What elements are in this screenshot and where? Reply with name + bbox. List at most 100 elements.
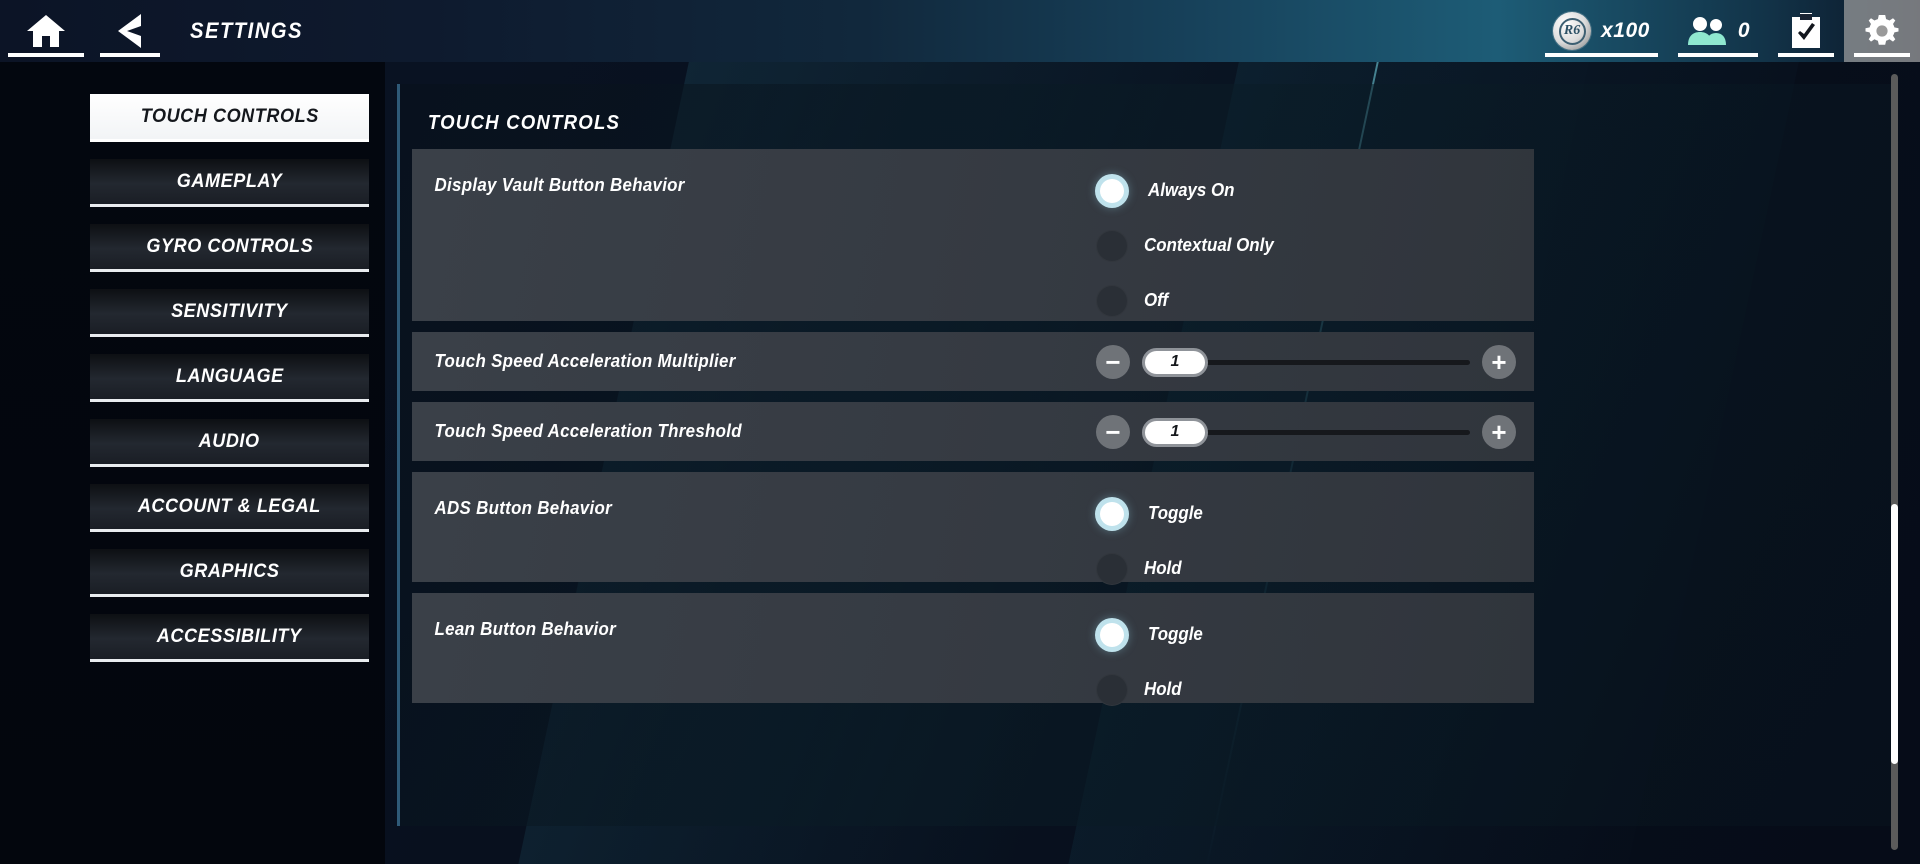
decrement-button[interactable]: −: [1096, 344, 1130, 379]
slider[interactable]: 1: [1142, 415, 1470, 449]
radio-option-toggle[interactable]: Toggle: [1096, 607, 1534, 662]
challenges-button[interactable]: [1768, 0, 1844, 62]
sidebar-item-label: ACCESSIBILITY: [157, 625, 302, 647]
setting-row-touch-speed-acceleration-threshold: Touch Speed Acceleration Threshold − 1 +: [412, 402, 1534, 461]
sidebar-item-gyro-controls[interactable]: GYRO CONTROLS: [90, 224, 369, 272]
sidebar-item-touch-controls[interactable]: TOUCH CONTROLS: [90, 94, 369, 142]
radio-dot-icon: [1100, 178, 1124, 203]
radio-group: Toggle Hold: [1096, 472, 1534, 596]
friends-icon: [1687, 17, 1726, 45]
sidebar-item-label: AUDIO: [198, 430, 261, 452]
sidebar-item-language[interactable]: LANGUAGE: [90, 354, 369, 402]
setting-label: Display Vault Button Behavior: [434, 175, 685, 195]
settings-rows: Display Vault Button Behavior Always On …: [400, 149, 1897, 706]
radio-dot-icon: [1100, 501, 1124, 526]
sidebar-item-label: LANGUAGE: [175, 365, 284, 387]
sidebar-item-accessibility[interactable]: ACCESSIBILITY: [90, 614, 369, 662]
radio-option-contextual-only[interactable]: Contextual Only: [1096, 218, 1534, 273]
sidebar-item-label: SENSITIVITY: [171, 300, 288, 322]
content-scrollbar[interactable]: [1891, 74, 1898, 850]
friends-indicator[interactable]: 0: [1668, 0, 1768, 62]
minus-icon: −: [1105, 416, 1121, 447]
sidebar-item-label: TOUCH CONTROLS: [140, 105, 319, 127]
gear-icon: [1865, 15, 1899, 45]
setting-row-display-vault-button-behavior: Display Vault Button Behavior Always On …: [412, 149, 1534, 321]
decrement-button[interactable]: −: [1096, 414, 1130, 449]
home-underline: [8, 53, 84, 57]
setting-label: ADS Button Behavior: [434, 498, 612, 518]
topbar-right-group: R6 x100 0: [1535, 0, 1920, 62]
top-navigation-bar: SETTINGS R6 x100 0: [0, 0, 1920, 62]
friends-underline: [1677, 53, 1758, 57]
radio-option-label: Always On: [1148, 180, 1235, 200]
plus-icon: +: [1491, 346, 1507, 377]
radio-dot-icon: [1096, 552, 1128, 585]
sidebar-item-gameplay[interactable]: GAMEPLAY: [90, 159, 369, 207]
radio-option-off[interactable]: Off: [1096, 273, 1534, 328]
settings-panel: TOUCH CONTROLS Display Vault Button Beha…: [397, 84, 1897, 826]
radio-dot-icon: [1096, 229, 1128, 262]
currency-underline: [1545, 53, 1658, 57]
plus-icon: +: [1491, 416, 1507, 447]
settings-content: TOUCH CONTROLS Display Vault Button Beha…: [385, 62, 1920, 864]
main-body: TOUCH CONTROLS GAMEPLAY GYRO CONTROLS SE…: [0, 62, 1920, 864]
radio-dot-icon: [1096, 284, 1128, 317]
radio-option-toggle[interactable]: Toggle: [1096, 486, 1534, 541]
sidebar-item-account-legal[interactable]: ACCOUNT & LEGAL: [90, 484, 369, 532]
home-icon: [27, 15, 65, 47]
friends-count: 0: [1737, 19, 1750, 42]
clipboard-check-icon: [1792, 13, 1820, 48]
radio-option-hold[interactable]: Hold: [1096, 541, 1534, 596]
radio-option-label: Toggle: [1148, 624, 1203, 644]
setting-row-lean-button-behavior: Lean Button Behavior Toggle Hold: [412, 593, 1534, 706]
radio-dot-icon: [1096, 673, 1128, 706]
r6-credits-coin-icon: R6: [1553, 12, 1592, 50]
home-button[interactable]: [0, 0, 92, 62]
setting-control: Toggle Hold: [1096, 593, 1534, 706]
slider-handle[interactable]: 1: [1142, 417, 1208, 447]
radio-group: Always On Contextual Only Off: [1096, 149, 1534, 328]
slider-value: 1: [1170, 353, 1180, 370]
challenges-underline: [1778, 53, 1834, 57]
scrollbar-thumb[interactable]: [1891, 504, 1898, 764]
settings-underline: [1854, 53, 1910, 57]
setting-row-ads-button-behavior: ADS Button Behavior Toggle Hold: [412, 472, 1534, 585]
sidebar-item-label: GRAPHICS: [179, 560, 280, 582]
setting-control: − 1 +: [1096, 332, 1534, 391]
radio-option-label: Hold: [1144, 679, 1182, 699]
radio-option-label: Off: [1144, 290, 1169, 310]
setting-control: Toggle Hold: [1096, 472, 1534, 585]
sidebar-item-graphics[interactable]: GRAPHICS: [90, 549, 369, 597]
topbar-left-group: SETTINGS: [0, 0, 313, 62]
slider-handle[interactable]: 1: [1142, 347, 1208, 377]
settings-button[interactable]: [1844, 0, 1920, 62]
slider[interactable]: 1: [1142, 345, 1470, 379]
increment-button[interactable]: +: [1482, 344, 1516, 379]
radio-option-label: Hold: [1144, 558, 1182, 578]
radio-dot-icon: [1100, 622, 1124, 647]
increment-button[interactable]: +: [1482, 414, 1516, 449]
setting-control: − 1 +: [1096, 402, 1534, 461]
sidebar-item-label: ACCOUNT & LEGAL: [137, 495, 322, 517]
sidebar-item-label: GAMEPLAY: [176, 170, 283, 192]
sidebar-item-sensitivity[interactable]: SENSITIVITY: [90, 289, 369, 337]
minus-icon: −: [1105, 346, 1121, 377]
currency-indicator[interactable]: R6 x100: [1535, 0, 1668, 62]
radio-option-hold[interactable]: Hold: [1096, 662, 1534, 717]
radio-option-label: Contextual Only: [1144, 235, 1274, 255]
setting-label: Touch Speed Acceleration Multiplier: [434, 351, 736, 371]
sidebar-nav-list: TOUCH CONTROLS GAMEPLAY GYRO CONTROLS SE…: [0, 94, 385, 679]
setting-control: Always On Contextual Only Off: [1096, 149, 1534, 321]
radio-group: Toggle Hold: [1096, 593, 1534, 717]
setting-row-touch-speed-acceleration-multiplier: Touch Speed Acceleration Multiplier − 1: [412, 332, 1534, 391]
radio-option-always-on[interactable]: Always On: [1096, 163, 1534, 218]
coin-emblem: R6: [1558, 17, 1586, 45]
settings-sidebar: TOUCH CONTROLS GAMEPLAY GYRO CONTROLS SE…: [0, 62, 385, 864]
chevron-left-icon: [118, 14, 141, 48]
sidebar-item-label: GYRO CONTROLS: [146, 235, 313, 257]
currency-amount: x100: [1601, 19, 1650, 42]
back-button[interactable]: [92, 0, 168, 62]
page-title: SETTINGS: [190, 18, 303, 43]
slider-value: 1: [1170, 423, 1180, 440]
sidebar-item-audio[interactable]: AUDIO: [90, 419, 369, 467]
